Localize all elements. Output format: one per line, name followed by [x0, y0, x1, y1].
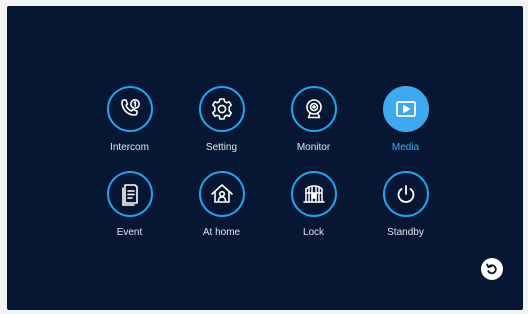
document-icon — [121, 184, 138, 206]
setting-button[interactable] — [198, 86, 245, 132]
monitor-label: Monitor — [296, 142, 331, 153]
intercom-label: Intercom — [110, 142, 149, 153]
intercom-button[interactable] — [106, 86, 153, 132]
event-button[interactable] — [106, 171, 153, 217]
media-play-icon — [395, 101, 416, 117]
lock-button[interactable] — [290, 171, 337, 217]
media-label: Media — [391, 142, 420, 153]
media-button[interactable] — [382, 86, 429, 132]
at-home-button[interactable] — [198, 171, 245, 217]
device-screen: Intercom Setting Monitor Media Event At … — [7, 6, 523, 310]
gate-lock-icon — [302, 185, 325, 203]
power-icon — [397, 185, 414, 203]
main-menu-grid: Intercom Setting Monitor Media Event At … — [102, 86, 433, 238]
event-label: Event — [116, 227, 143, 238]
back-button[interactable] — [481, 258, 503, 280]
menu-item-intercom[interactable]: Intercom — [102, 86, 157, 153]
standby-button[interactable] — [382, 171, 429, 217]
menu-item-setting[interactable]: Setting — [194, 86, 249, 153]
menu-item-at-home[interactable]: At home — [194, 171, 249, 238]
back-arrow-icon — [486, 263, 497, 275]
phone-call-icon — [120, 99, 140, 116]
menu-item-standby[interactable]: Standby — [378, 171, 433, 238]
gear-icon — [211, 98, 232, 120]
webcam-icon — [305, 99, 322, 119]
monitor-button[interactable] — [290, 86, 337, 132]
at-home-label: At home — [202, 227, 241, 238]
home-person-icon — [210, 184, 233, 203]
menu-item-media[interactable]: Media — [378, 86, 433, 153]
lock-label: Lock — [302, 227, 325, 238]
menu-item-lock[interactable]: Lock — [286, 171, 341, 238]
setting-label: Setting — [205, 142, 238, 153]
standby-label: Standby — [387, 227, 424, 238]
menu-item-monitor[interactable]: Monitor — [286, 86, 341, 153]
menu-item-event[interactable]: Event — [102, 171, 157, 238]
